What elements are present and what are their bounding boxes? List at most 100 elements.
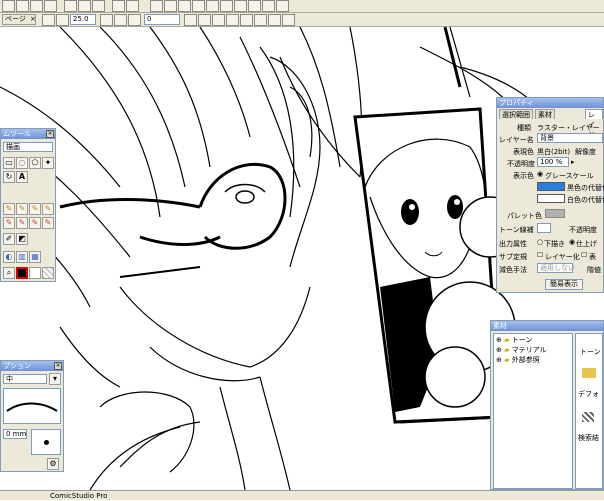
expand-icon[interactable]: ⊕	[496, 356, 502, 364]
zoom-in-icon[interactable]	[56, 14, 69, 26]
brush-settings-icon[interactable]: ⚙	[47, 458, 59, 470]
close-icon[interactable]: ×	[54, 362, 62, 370]
magic-wand-icon[interactable]: ✦	[42, 157, 54, 169]
copy-icon[interactable]	[78, 0, 91, 12]
text-tool-icon[interactable]: A	[16, 171, 28, 183]
rotate-tool-icon[interactable]: ↻	[3, 171, 15, 183]
pencil-icon[interactable]: ✎	[16, 203, 28, 215]
snap-icon[interactable]	[234, 0, 247, 12]
brush-options-title-bar[interactable]: プション ×	[1, 361, 63, 371]
reduce-select[interactable]: 適用しない	[537, 263, 575, 273]
material-icon[interactable]	[262, 0, 275, 12]
new-icon[interactable]	[2, 0, 15, 12]
tab-selection[interactable]: 選択範囲	[499, 109, 533, 119]
pen-icon[interactable]: ✎	[3, 203, 15, 215]
palette-swatch[interactable]	[545, 209, 565, 218]
simple-view-button[interactable]: 簡易表示	[545, 279, 583, 290]
eraser-soft-icon[interactable]: ✎	[16, 217, 28, 229]
list-item-search[interactable]: 検索結	[578, 434, 599, 443]
filter-icon[interactable]	[282, 14, 295, 26]
cut-icon[interactable]	[64, 0, 77, 12]
eraser-hard-icon[interactable]: ✎	[29, 217, 41, 229]
layer-name-input[interactable]: 背景	[537, 133, 603, 143]
ruler-icon[interactable]	[206, 0, 219, 12]
foreground-color-swatch[interactable]	[16, 267, 28, 279]
tree-item-material[interactable]: ⊕ ▰ マテリアル	[496, 346, 547, 355]
polyline-select-icon[interactable]: ⬠	[29, 157, 41, 169]
tools-panel-title-bar[interactable]: ムツール ×	[1, 129, 55, 139]
pen-alt-icon[interactable]: ✐	[3, 233, 15, 245]
background-color-swatch[interactable]	[29, 267, 41, 279]
overlay-icon[interactable]	[254, 14, 267, 26]
list-item-default[interactable]: デフォ	[578, 390, 599, 399]
tone-pattern-icon[interactable]: ▦	[29, 251, 41, 263]
check-icon[interactable]	[240, 14, 253, 26]
expand-icon[interactable]: ⊕	[496, 346, 502, 354]
tree-item-tone[interactable]: ⊕ ▰ トーン	[496, 336, 532, 345]
guide-icon[interactable]	[220, 0, 233, 12]
undo-icon[interactable]	[112, 0, 125, 12]
marker-icon[interactable]: ✎	[29, 203, 41, 215]
fit-icon[interactable]	[100, 14, 113, 26]
tree-item-external[interactable]: ⊕ ▰ 外部参照	[496, 356, 540, 365]
actual-size-icon[interactable]	[114, 14, 127, 26]
search-icon[interactable]	[582, 412, 594, 422]
close-icon[interactable]: ×	[46, 130, 54, 138]
list-item-tone[interactable]: トーン	[580, 348, 601, 357]
brush-size-select[interactable]: 中	[3, 374, 47, 384]
opacity-input[interactable]: 100 %	[537, 157, 569, 167]
material-title-bar[interactable]: 素材	[491, 321, 603, 331]
rotation-value: 0	[147, 15, 152, 23]
folder-icon: ▰	[504, 336, 510, 344]
close-icon[interactable]: ×	[30, 15, 36, 23]
paste-icon[interactable]	[92, 0, 105, 12]
grayscale-radio-icon[interactable]: ◉	[537, 170, 543, 178]
tab-material[interactable]: 素材	[535, 109, 555, 119]
brush-icon[interactable]: ✎	[42, 203, 54, 215]
brush-size-dropdown-icon[interactable]: ▾	[49, 373, 61, 385]
expand-icon[interactable]: ⊕	[496, 336, 502, 344]
flip-icon[interactable]	[184, 14, 197, 26]
save-icon[interactable]	[30, 0, 43, 12]
zoom-out-icon[interactable]	[42, 14, 55, 26]
select-icon[interactable]	[212, 14, 225, 26]
eraser-icon[interactable]: ✎	[3, 217, 15, 229]
rect-select-icon[interactable]: ▭	[3, 157, 15, 169]
transparent-color-swatch[interactable]	[42, 267, 54, 279]
open-icon[interactable]	[16, 0, 29, 12]
knife-icon[interactable]: ✎	[42, 217, 54, 229]
sub-ruler-checkbox2-icon[interactable]: ☐	[581, 251, 587, 259]
gradient-icon[interactable]: ▥	[16, 251, 28, 263]
blur-icon[interactable]: ◐	[3, 251, 15, 263]
rotate-icon[interactable]	[128, 14, 141, 26]
output-radio-draft-icon[interactable]: ○	[537, 238, 543, 246]
page-icon[interactable]	[164, 0, 177, 12]
brush-mm-input[interactable]: 0 mm	[3, 429, 27, 439]
display-value: 黒白(2bit)	[537, 148, 571, 156]
white-swatch[interactable]	[537, 194, 565, 203]
lasso-icon[interactable]: ◌	[16, 157, 28, 169]
output-radio-final-icon[interactable]: ◉	[569, 238, 575, 246]
zoom-input[interactable]: 25.0	[70, 14, 96, 25]
fill-icon[interactable]: ◩	[16, 233, 28, 245]
print-icon[interactable]	[44, 0, 57, 12]
tone-icon[interactable]	[248, 0, 261, 12]
grid-icon[interactable]	[192, 0, 205, 12]
transparency-icon[interactable]	[198, 14, 211, 26]
mask-icon[interactable]	[268, 14, 281, 26]
zoom-tool-icon[interactable]: ⌕	[3, 267, 15, 279]
layer-icon[interactable]	[150, 0, 163, 12]
tool-group-select[interactable]: 描画	[3, 142, 53, 152]
sub-ruler-checkbox-icon[interactable]: ☐	[537, 251, 543, 259]
property-icon[interactable]	[276, 0, 289, 12]
page-tab-label: ページ	[5, 15, 26, 23]
redo-icon[interactable]	[126, 0, 139, 12]
cross-icon[interactable]	[226, 14, 239, 26]
properties-title-bar[interactable]: プロパティ	[497, 98, 603, 108]
tab-layer[interactable]: レイヤ	[585, 109, 603, 139]
tone-input[interactable]	[537, 223, 551, 233]
view-icon[interactable]	[178, 0, 191, 12]
black-swatch[interactable]	[537, 182, 565, 191]
rotation-input[interactable]: 0	[144, 14, 180, 25]
opacity-arrow-icon[interactable]: ▸	[571, 158, 575, 166]
